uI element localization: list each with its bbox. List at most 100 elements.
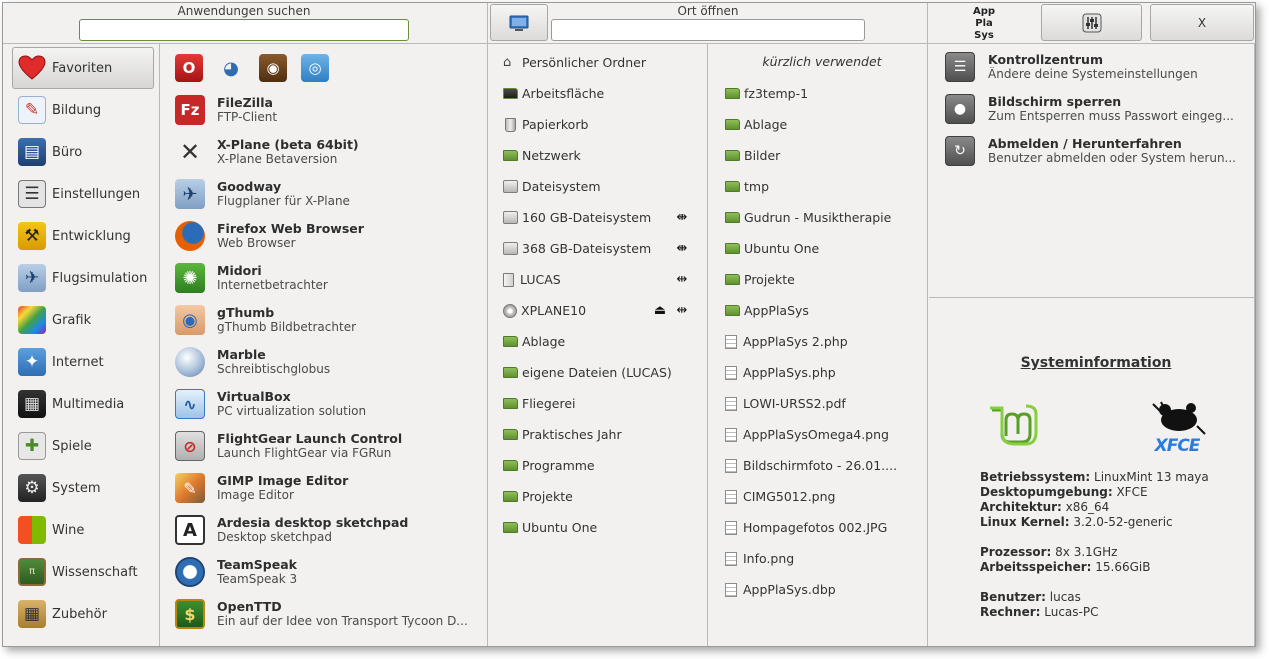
places-field[interactable] xyxy=(551,19,865,41)
category-system[interactable]: ⚙ System xyxy=(12,467,154,509)
file-icon xyxy=(725,551,737,566)
sysinfo-row: Architektur: x86_64 xyxy=(980,500,1110,514)
disc-icon xyxy=(503,303,517,318)
place-item-projekte[interactable]: Projekte xyxy=(503,481,693,512)
app-item-filezilla[interactable]: Fz FileZilla FTP-Client xyxy=(175,89,485,131)
recent-item[interactable]: Ablage xyxy=(725,109,925,140)
recent-item[interactable]: AppPlaSys.php xyxy=(725,357,925,388)
ardesia-icon: A xyxy=(175,515,205,545)
category-buero[interactable]: ▤ Büro xyxy=(12,131,154,173)
eject-icon[interactable]: ⏏ xyxy=(649,303,671,318)
recent-item[interactable]: AppPlaSysOmega4.png xyxy=(725,419,925,450)
globe-icon: ✦ xyxy=(18,348,46,376)
home-icon: ⌂ xyxy=(503,55,512,70)
category-label: Spiele xyxy=(52,438,92,454)
category-internet[interactable]: ✦ Internet xyxy=(12,341,154,383)
folder-icon xyxy=(503,460,518,471)
drive-icon xyxy=(503,242,518,255)
folder-icon xyxy=(725,150,740,161)
sysinfo-row: Arbeitsspeicher: 15.66GiB xyxy=(980,560,1151,574)
place-item-368gb[interactable]: 368 GB-Dateisystem ⇼ xyxy=(503,233,693,264)
teamspeak-icon xyxy=(175,557,205,587)
place-item-network[interactable]: Netzwerk xyxy=(503,140,693,171)
app-item-midori[interactable]: ✺ Midori Internetbetrachter xyxy=(175,257,485,299)
recent-item[interactable]: Gudrun - Musiktherapie xyxy=(725,202,925,233)
recent-item[interactable]: Bilder xyxy=(725,140,925,171)
category-spiele[interactable]: ✚ Spiele xyxy=(12,425,154,467)
recent-item[interactable]: CIMG5012.png xyxy=(725,481,925,512)
application-list: Fz FileZilla FTP-Client ✕ X-Plane (beta 6… xyxy=(175,89,485,635)
place-item-160gb[interactable]: 160 GB-Dateisystem ⇼ xyxy=(503,202,693,233)
category-bildung[interactable]: ✎ Bildung xyxy=(12,89,154,131)
system-action-lock-screen[interactable]: ● Bildschirm sperren Zum Entsperren muss … xyxy=(945,94,1250,136)
network-wireless-icon[interactable]: ◎ xyxy=(301,54,329,82)
mount-icon[interactable]: ⇼ xyxy=(671,210,693,225)
column-divider xyxy=(1254,44,1255,646)
place-item-fliegerei[interactable]: Fliegerei xyxy=(503,388,693,419)
places-browse-button[interactable] xyxy=(490,4,548,41)
recent-item[interactable]: Hompagefotos 002.JPG xyxy=(725,512,925,543)
place-item-lucas[interactable]: LUCAS ⇹ xyxy=(503,264,693,295)
recent-item[interactable]: LOWI-URSS2.pdf xyxy=(725,388,925,419)
mount-icon[interactable]: ⇼ xyxy=(671,241,693,256)
app-item-xplane[interactable]: ✕ X-Plane (beta 64bit) X-Plane Betaversio… xyxy=(175,131,485,173)
folder-icon xyxy=(725,119,740,130)
category-einstellungen[interactable]: ☰ Einstellungen xyxy=(12,173,154,215)
category-entwicklung[interactable]: ⚒ Entwicklung xyxy=(12,215,154,257)
unmount-icon[interactable]: ⇹ xyxy=(671,303,693,318)
search-field[interactable] xyxy=(79,19,409,41)
close-button[interactable]: X xyxy=(1150,4,1254,41)
place-item-trash[interactable]: Papierkorb xyxy=(503,109,693,140)
category-zubehoer[interactable]: ▦ Zubehör xyxy=(12,593,154,635)
category-wissenschaft[interactable]: π Wissenschaft xyxy=(12,551,154,593)
app-item-flightgear[interactable]: ⊘ FlightGear Launch Control Launch Flight… xyxy=(175,425,485,467)
app-item-gthumb[interactable]: ◉ gThumb gThumb Bildbetrachter xyxy=(175,299,485,341)
category-label: Wine xyxy=(52,522,85,538)
system-action-logout[interactable]: ↻ Abmelden / Herunterfahren Benutzer abme… xyxy=(945,136,1250,178)
category-wine[interactable]: Wine xyxy=(12,509,154,551)
recent-item[interactable]: AppPlaSys.dbp xyxy=(725,574,925,605)
place-item-ubuntu-one[interactable]: Ubuntu One xyxy=(503,512,693,543)
sysinfo-spacer xyxy=(980,575,1250,590)
app-item-gimp[interactable]: ✎ GIMP Image Editor Image Editor xyxy=(175,467,485,509)
education-icon: ✎ xyxy=(18,96,46,124)
speaker-icon[interactable]: ◉ xyxy=(259,54,287,82)
recent-item[interactable]: AppPlaSys xyxy=(725,295,925,326)
app-item-teamspeak[interactable]: TeamSpeak TeamSpeak 3 xyxy=(175,551,485,593)
places-input[interactable] xyxy=(552,20,864,40)
app-item-goodway[interactable]: ✈ Goodway Flugplaner für X-Plane xyxy=(175,173,485,215)
place-item-home[interactable]: ⌂ Persönlicher Ordner xyxy=(503,47,693,78)
place-item-xplane10[interactable]: XPLANE10 ⏏ ⇹ xyxy=(503,295,693,326)
recent-item[interactable]: Bildschirmfoto - 26.01.... xyxy=(725,450,925,481)
place-item-programme[interactable]: Programme xyxy=(503,450,693,481)
category-favoriten[interactable]: Favoriten xyxy=(12,47,154,89)
app-item-marble[interactable]: Marble Schreibtischglobus xyxy=(175,341,485,383)
category-flugsimulation[interactable]: ✈ Flugsimulation xyxy=(12,257,154,299)
place-item-desktop[interactable]: Arbeitsfläche xyxy=(503,78,693,109)
usb-drive-icon xyxy=(503,272,514,287)
settings-button[interactable] xyxy=(1041,4,1142,41)
app-item-virtualbox[interactable]: ∿ VirtualBox PC virtualization solution xyxy=(175,383,485,425)
recent-item[interactable]: Ubuntu One xyxy=(725,233,925,264)
place-item-filesystem[interactable]: Dateisystem xyxy=(503,171,693,202)
category-grafik[interactable]: Grafik xyxy=(12,299,154,341)
recent-item[interactable]: Info.png xyxy=(725,543,925,574)
unmount-icon[interactable]: ⇹ xyxy=(671,272,693,287)
category-multimedia[interactable]: ▦ Multimedia xyxy=(12,383,154,425)
recent-item[interactable]: Projekte xyxy=(725,264,925,295)
pidgin-icon[interactable]: ◕ xyxy=(217,54,245,82)
gamepad-icon: ✚ xyxy=(18,432,46,460)
xfce-logo-text: XFCE xyxy=(1154,436,1201,456)
system-action-kontrollzentrum[interactable]: ☰ Kontrollzentrum Ändere deine Systemeins… xyxy=(945,52,1250,94)
place-item-praktisches-jahr[interactable]: Praktisches Jahr xyxy=(503,419,693,450)
place-item-eigene-dateien[interactable]: eigene Dateien (LUCAS) xyxy=(503,357,693,388)
app-item-firefox[interactable]: Firefox Web Browser Web Browser xyxy=(175,215,485,257)
app-item-ardesia[interactable]: A Ardesia desktop sketchpad Desktop sketc… xyxy=(175,509,485,551)
opera-icon[interactable]: O xyxy=(175,54,203,82)
recent-item[interactable]: tmp xyxy=(725,171,925,202)
recent-item[interactable]: fz3temp-1 xyxy=(725,78,925,109)
place-item-ablage[interactable]: Ablage xyxy=(503,326,693,357)
recent-item[interactable]: AppPlaSys 2.php xyxy=(725,326,925,357)
search-input[interactable] xyxy=(80,20,408,40)
app-item-openttd[interactable]: $ OpenTTD Ein auf der Idee von Transport … xyxy=(175,593,485,635)
